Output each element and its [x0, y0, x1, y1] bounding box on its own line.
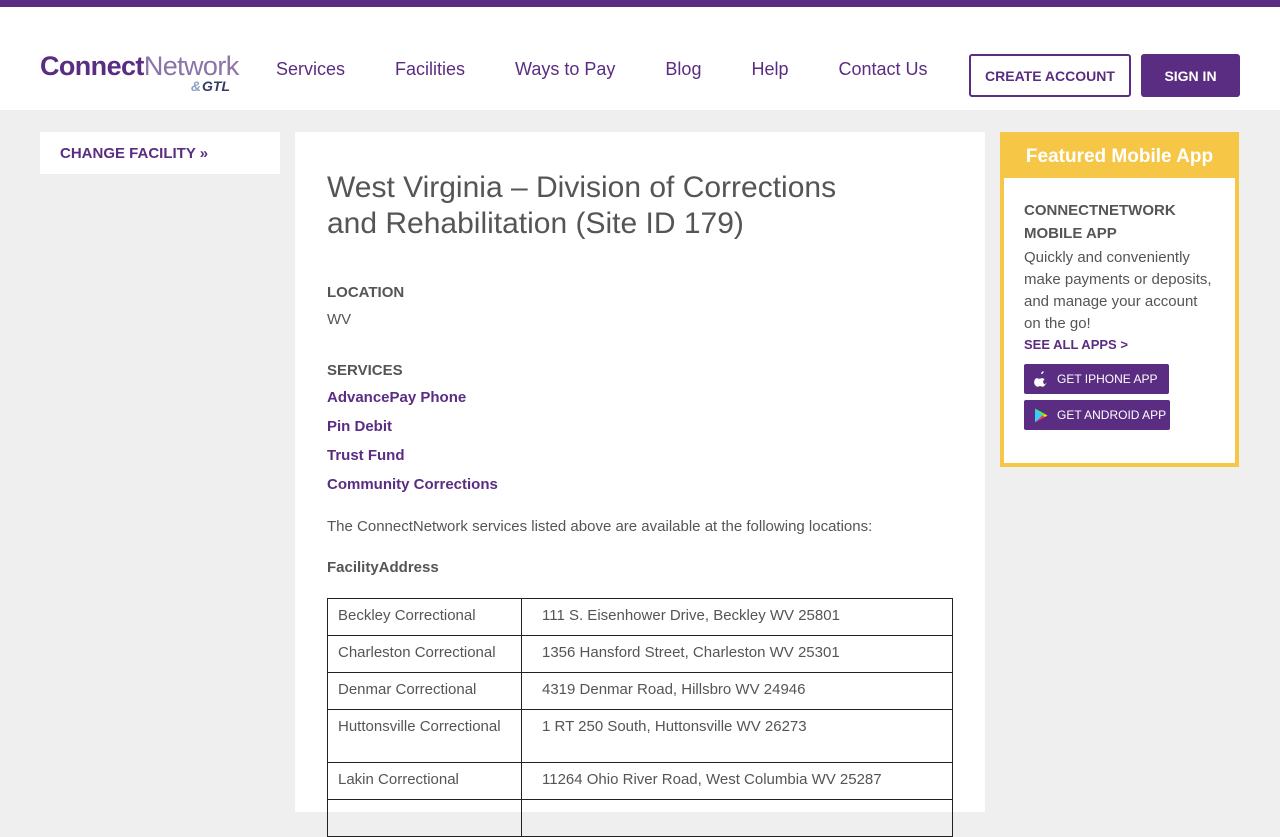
facility-name: Lakin Correctional	[327, 762, 522, 800]
services-label: SERVICES	[327, 362, 403, 379]
create-account-button[interactable]: CREATE ACCOUNT	[969, 54, 1131, 97]
facility-address: 4319 Denmar Road, Hillsbro WV 24946	[521, 672, 953, 710]
facility-name: Beckley Correctional	[327, 598, 522, 636]
facility-address: 1356 Hansford Street, Charleston WV 2530…	[521, 635, 953, 673]
facility-address: 11264 Ohio River Road, West Columbia WV …	[521, 762, 953, 800]
apple-icon	[1033, 371, 1048, 387]
table-row: Denmar Correctional 4319 Denmar Road, Hi…	[327, 672, 953, 710]
facility-address: 1 RT 250 South, Huttonsville WV 26273	[521, 709, 953, 763]
nav-help[interactable]: Help	[751, 57, 788, 81]
android-button-label: GET ANDROID APP	[1057, 408, 1167, 422]
facility-address: 111 S. Eisenhower Drive, Beckley WV 2580…	[521, 598, 953, 636]
service-link-community-corrections[interactable]: Community Corrections	[327, 475, 953, 494]
featured-app-card: Featured Mobile App CONNECTNETWORK MOBIL…	[1000, 132, 1239, 467]
connectnetwork-logo[interactable]: ConnectNetwork &GTL	[40, 51, 239, 99]
google-play-icon	[1033, 407, 1048, 423]
nav-contact-us[interactable]: Contact Us	[838, 57, 927, 81]
location-label: LOCATION	[327, 284, 405, 301]
facility-name: Huttonsville Correctional	[327, 709, 522, 763]
table-row	[327, 799, 953, 837]
facility-name: Charleston Correctional	[327, 635, 522, 673]
change-facility-box: CHANGE FACILITY »	[40, 132, 280, 174]
sign-in-button[interactable]: SIGN IN	[1141, 54, 1240, 97]
locations-intro: The ConnectNetwork services listed above…	[327, 518, 873, 535]
nav-ways-to-pay[interactable]: Ways to Pay	[515, 57, 615, 81]
top-accent-bar	[0, 0, 1280, 7]
main-nav: Services Facilities Ways to Pay Blog Hel…	[276, 57, 928, 81]
nav-services[interactable]: Services	[276, 57, 345, 81]
logo-bold-text: Connect	[40, 51, 144, 81]
location-value: WV	[327, 311, 352, 328]
app-description: Quickly and conveniently make payments o…	[1024, 249, 1212, 332]
facility-table: Beckley Correctional 111 S. Eisenhower D…	[327, 598, 953, 837]
app-title: CONNECTNETWORK MOBILE APP	[1024, 202, 1176, 242]
get-iphone-app-button[interactable]: GET IPHONE APP	[1024, 364, 1169, 394]
service-link-advancepay[interactable]: AdvancePay Phone	[327, 388, 953, 407]
table-heading: FacilityAddress	[327, 559, 439, 576]
nav-facilities[interactable]: Facilities	[395, 57, 465, 81]
get-android-app-button[interactable]: GET ANDROID APP	[1024, 400, 1170, 430]
facility-content: West Virginia – Division of Corrections …	[295, 132, 985, 837]
site-header: ConnectNetwork &GTL Services Facilities …	[0, 7, 1280, 110]
table-row: Huttonsville Correctional 1 RT 250 South…	[327, 709, 953, 763]
iphone-button-label: GET IPHONE APP	[1057, 372, 1158, 386]
table-row: Charleston Correctional 1356 Hansford St…	[327, 635, 953, 673]
table-row: Lakin Correctional 11264 Ohio River Road…	[327, 762, 953, 800]
gtl-swirl-icon: &	[190, 78, 201, 94]
page-title: West Virginia – Division of Corrections …	[327, 171, 837, 240]
logo-light-text: Network	[143, 51, 239, 81]
featured-app-header: Featured Mobile App	[1004, 136, 1235, 178]
nav-blog[interactable]: Blog	[665, 57, 701, 81]
service-link-pin-debit[interactable]: Pin Debit	[327, 417, 953, 436]
table-row: Beckley Correctional 111 S. Eisenhower D…	[327, 598, 953, 636]
change-facility-link[interactable]: CHANGE FACILITY »	[60, 145, 208, 162]
see-all-apps-link[interactable]: SEE ALL APPS >	[1024, 337, 1215, 352]
facility-name: Denmar Correctional	[327, 672, 522, 710]
service-link-trust-fund[interactable]: Trust Fund	[327, 446, 953, 465]
gtl-logo: &GTL	[190, 78, 230, 94]
